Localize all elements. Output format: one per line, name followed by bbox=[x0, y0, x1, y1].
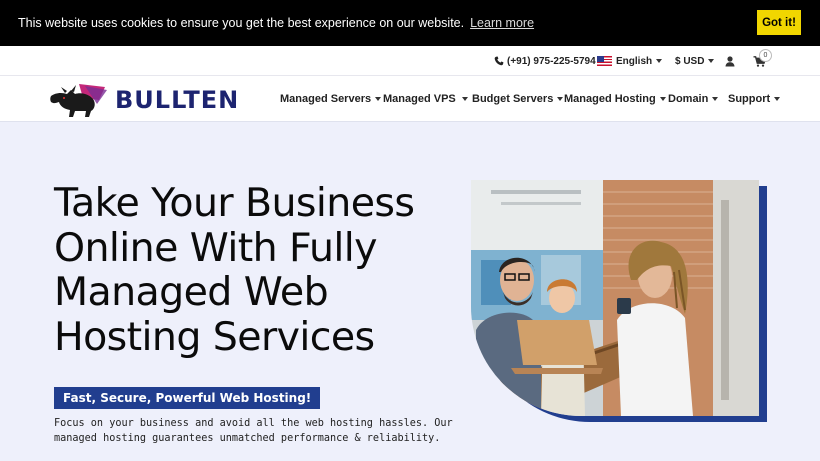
cookie-learn-more-link[interactable]: Learn more bbox=[470, 16, 534, 30]
hero-title-line: Hosting Services bbox=[54, 313, 375, 360]
phone-link[interactable]: (+91) 975-225-5794 bbox=[494, 46, 596, 76]
us-flag-icon bbox=[597, 56, 612, 66]
cookie-banner: This website uses cookies to ensure you … bbox=[0, 0, 820, 46]
nav-item-label: Managed Hosting bbox=[564, 93, 656, 105]
chevron-down-icon bbox=[461, 97, 468, 101]
nav-domain[interactable]: Domain bbox=[668, 76, 719, 122]
bull-logo-icon bbox=[50, 84, 107, 117]
account-button[interactable] bbox=[725, 46, 735, 76]
hero-title-line: Managed Web bbox=[54, 269, 329, 315]
nav-managed-vps[interactable]: Managed VPS bbox=[383, 76, 468, 122]
phone-number: (+91) 975-225-5794 bbox=[507, 55, 596, 67]
brand-name: BULLTEN bbox=[115, 86, 240, 114]
nav-budget-servers[interactable]: Budget Servers bbox=[472, 76, 564, 122]
phone-icon bbox=[494, 56, 504, 66]
hero-image bbox=[471, 180, 759, 416]
cart-count-badge: 0 bbox=[759, 49, 772, 62]
user-icon bbox=[725, 55, 735, 66]
nav-item-label: Domain bbox=[668, 93, 709, 105]
chevron-down-icon bbox=[712, 97, 719, 101]
hero-description: Focus on your business and avoid all the… bbox=[54, 418, 453, 444]
nav-item-label: Budget Servers bbox=[472, 93, 554, 105]
nav-item-label: Managed VPS bbox=[383, 93, 456, 105]
chevron-down-icon bbox=[708, 59, 715, 63]
nav-item-label: Managed Servers bbox=[280, 93, 372, 105]
chevron-down-icon bbox=[774, 97, 781, 101]
office-team-photo bbox=[471, 180, 759, 416]
cookie-accept-button[interactable]: Got it! bbox=[757, 10, 801, 35]
currency-selector[interactable]: $ USD bbox=[675, 46, 715, 76]
hero-title-line: Take Your Business bbox=[54, 180, 415, 226]
chevron-down-icon bbox=[557, 97, 564, 101]
language-label: English bbox=[616, 55, 653, 67]
nav-support[interactable]: Support bbox=[728, 76, 781, 122]
nav-item-label: Support bbox=[728, 93, 771, 105]
hero-title-line: Online With Fully bbox=[54, 224, 378, 271]
chevron-down-icon bbox=[656, 59, 663, 63]
cookie-message: This website uses cookies to ensure you … bbox=[18, 16, 465, 30]
main-navbar: BULLTEN Managed Servers Managed VPS Budg… bbox=[0, 76, 820, 122]
top-utility-bar: (+91) 975-225-5794 English $ USD bbox=[0, 46, 820, 76]
nav-managed-servers[interactable]: Managed Servers bbox=[280, 76, 382, 122]
chevron-down-icon bbox=[375, 97, 382, 101]
hero-title: Take Your Business Online With Fully Man… bbox=[54, 181, 454, 359]
nav-managed-hosting[interactable]: Managed Hosting bbox=[564, 76, 666, 122]
hero-tagline-badge: Fast, Secure, Powerful Web Hosting! bbox=[54, 387, 321, 409]
brand-logo[interactable]: BULLTEN bbox=[49, 81, 244, 119]
language-selector[interactable]: English bbox=[597, 46, 663, 76]
currency-label: $ USD bbox=[675, 55, 705, 67]
chevron-down-icon bbox=[659, 97, 666, 101]
